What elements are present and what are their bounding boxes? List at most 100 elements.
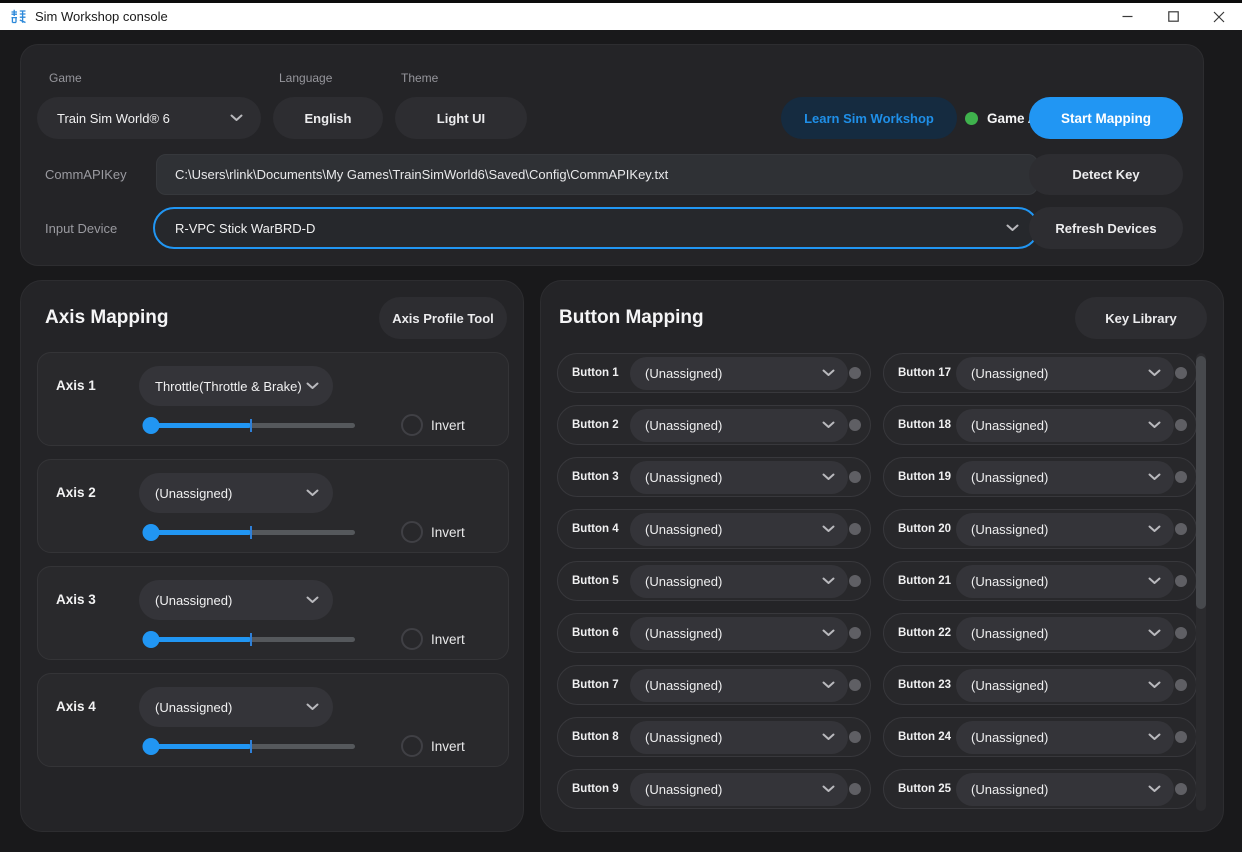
axis-mapping-title: Axis Mapping <box>45 307 169 329</box>
button-assignment-select[interactable]: (Unassigned) <box>630 565 848 598</box>
slider-track <box>147 637 355 642</box>
chevron-down-icon <box>822 733 835 741</box>
axis-profile-tool-button[interactable]: Axis Profile Tool <box>379 297 507 339</box>
axis-mapping-row: Axis 1 Throttle(Throttle & Brake) Invert <box>37 352 509 446</box>
chevron-down-icon <box>1148 577 1161 585</box>
button-assignment-select[interactable]: (Unassigned) <box>630 513 848 546</box>
invert-radio[interactable] <box>401 521 423 543</box>
button-state-indicator <box>1175 523 1187 535</box>
button-state-indicator <box>1175 627 1187 639</box>
axis-assignment-select[interactable]: Throttle(Throttle & Brake) <box>139 366 333 406</box>
slider-thumb[interactable] <box>143 524 160 541</box>
start-mapping-button[interactable]: Start Mapping <box>1029 97 1183 139</box>
button-mapping-row: Button 22 (Unassigned) <box>883 613 1197 653</box>
chevron-down-icon <box>1148 733 1161 741</box>
game-select[interactable]: Train Sim World® 6 <box>37 97 261 139</box>
button-assignment-select[interactable]: (Unassigned) <box>956 773 1174 806</box>
button-state-indicator <box>849 419 861 431</box>
invert-radio[interactable] <box>401 735 423 757</box>
button-state-indicator <box>849 367 861 379</box>
button-assignment-select[interactable]: (Unassigned) <box>956 669 1174 702</box>
invert-label: Invert <box>431 418 465 433</box>
axis-slider[interactable] <box>139 516 363 548</box>
chevron-down-icon <box>822 785 835 793</box>
button-assignment-value: (Unassigned) <box>645 522 722 537</box>
button-assignment-value: (Unassigned) <box>645 782 722 797</box>
input-device-label: Input Device <box>45 221 117 236</box>
learn-sim-workshop-button[interactable]: Learn Sim Workshop <box>781 97 957 139</box>
axis-assignment-select[interactable]: (Unassigned) <box>139 580 333 620</box>
theme-button[interactable]: Light UI <box>395 97 527 139</box>
button-label: Button 23 <box>898 679 954 691</box>
slider-fill <box>147 637 251 642</box>
chevron-down-icon <box>822 473 835 481</box>
button-assignment-value: (Unassigned) <box>645 626 722 641</box>
invert-radio[interactable] <box>401 414 423 436</box>
slider-thumb[interactable] <box>143 417 160 434</box>
button-mapping-row: Button 20 (Unassigned) <box>883 509 1197 549</box>
axis-assignment-value: Throttle(Throttle & Brake) <box>155 379 302 394</box>
button-assignment-select[interactable]: (Unassigned) <box>956 357 1174 390</box>
scrollbar-thumb[interactable] <box>1196 356 1206 609</box>
button-assignment-select[interactable]: (Unassigned) <box>630 357 848 390</box>
button-state-indicator <box>849 523 861 535</box>
button-assignment-select[interactable]: (Unassigned) <box>630 617 848 650</box>
language-button[interactable]: English <box>273 97 383 139</box>
maximize-button[interactable] <box>1150 3 1196 30</box>
chevron-down-icon <box>1148 525 1161 533</box>
button-label: Button 24 <box>898 731 954 743</box>
chevron-down-icon <box>1148 421 1161 429</box>
button-list-scrollbar[interactable] <box>1196 353 1206 811</box>
slider-thumb[interactable] <box>143 738 160 755</box>
button-mapping-row: Button 6 (Unassigned) <box>557 613 871 653</box>
axis-slider[interactable] <box>139 623 363 655</box>
invert-radio[interactable] <box>401 628 423 650</box>
axis-assignment-select[interactable]: (Unassigned) <box>139 473 333 513</box>
chevron-down-icon <box>306 703 319 711</box>
chevron-down-icon <box>1148 681 1161 689</box>
key-library-button[interactable]: Key Library <box>1075 297 1207 339</box>
close-button[interactable] <box>1196 3 1242 30</box>
detect-key-button[interactable]: Detect Key <box>1029 154 1183 195</box>
chevron-down-icon <box>230 114 243 122</box>
button-assignment-select[interactable]: (Unassigned) <box>956 721 1174 754</box>
theme-label: Theme <box>401 71 438 85</box>
button-assignment-select[interactable]: (Unassigned) <box>956 565 1174 598</box>
button-assignment-value: (Unassigned) <box>971 522 1048 537</box>
game-api-status-dot <box>965 112 978 125</box>
slider-track <box>147 530 355 535</box>
button-label: Button 22 <box>898 627 954 639</box>
button-assignment-value: (Unassigned) <box>645 470 722 485</box>
input-device-select[interactable]: R-VPC Stick WarBRD-D <box>153 207 1039 249</box>
slider-fill <box>147 423 251 428</box>
button-assignment-select[interactable]: (Unassigned) <box>956 513 1174 546</box>
button-assignment-select[interactable]: (Unassigned) <box>630 721 848 754</box>
button-assignment-select[interactable]: (Unassigned) <box>630 773 848 806</box>
button-assignment-select[interactable]: (Unassigned) <box>956 409 1174 442</box>
button-mapping-row: Button 9 (Unassigned) <box>557 769 871 809</box>
chevron-down-icon <box>822 681 835 689</box>
axis-slider[interactable] <box>139 409 363 441</box>
button-assignment-select[interactable]: (Unassigned) <box>630 669 848 702</box>
button-mapping-row: Button 1 (Unassigned) <box>557 353 871 393</box>
button-mapping-row: Button 24 (Unassigned) <box>883 717 1197 757</box>
chevron-down-icon <box>1148 473 1161 481</box>
slider-track <box>147 423 355 428</box>
slider-fill <box>147 530 251 535</box>
button-assignment-select[interactable]: (Unassigned) <box>630 461 848 494</box>
slider-thumb[interactable] <box>143 631 160 648</box>
slider-center-tick <box>250 633 252 646</box>
button-label: Button 6 <box>572 627 628 639</box>
axis-slider[interactable] <box>139 730 363 762</box>
button-assignment-select[interactable]: (Unassigned) <box>956 617 1174 650</box>
axis-assignment-value: (Unassigned) <box>155 486 232 501</box>
minimize-button[interactable] <box>1104 3 1150 30</box>
chevron-down-icon <box>306 382 319 390</box>
comm-api-key-input[interactable] <box>156 154 1038 195</box>
button-assignment-select[interactable]: (Unassigned) <box>630 409 848 442</box>
axis-assignment-select[interactable]: (Unassigned) <box>139 687 333 727</box>
button-state-indicator <box>849 627 861 639</box>
invert-label: Invert <box>431 525 465 540</box>
button-assignment-select[interactable]: (Unassigned) <box>956 461 1174 494</box>
refresh-devices-button[interactable]: Refresh Devices <box>1029 207 1183 249</box>
